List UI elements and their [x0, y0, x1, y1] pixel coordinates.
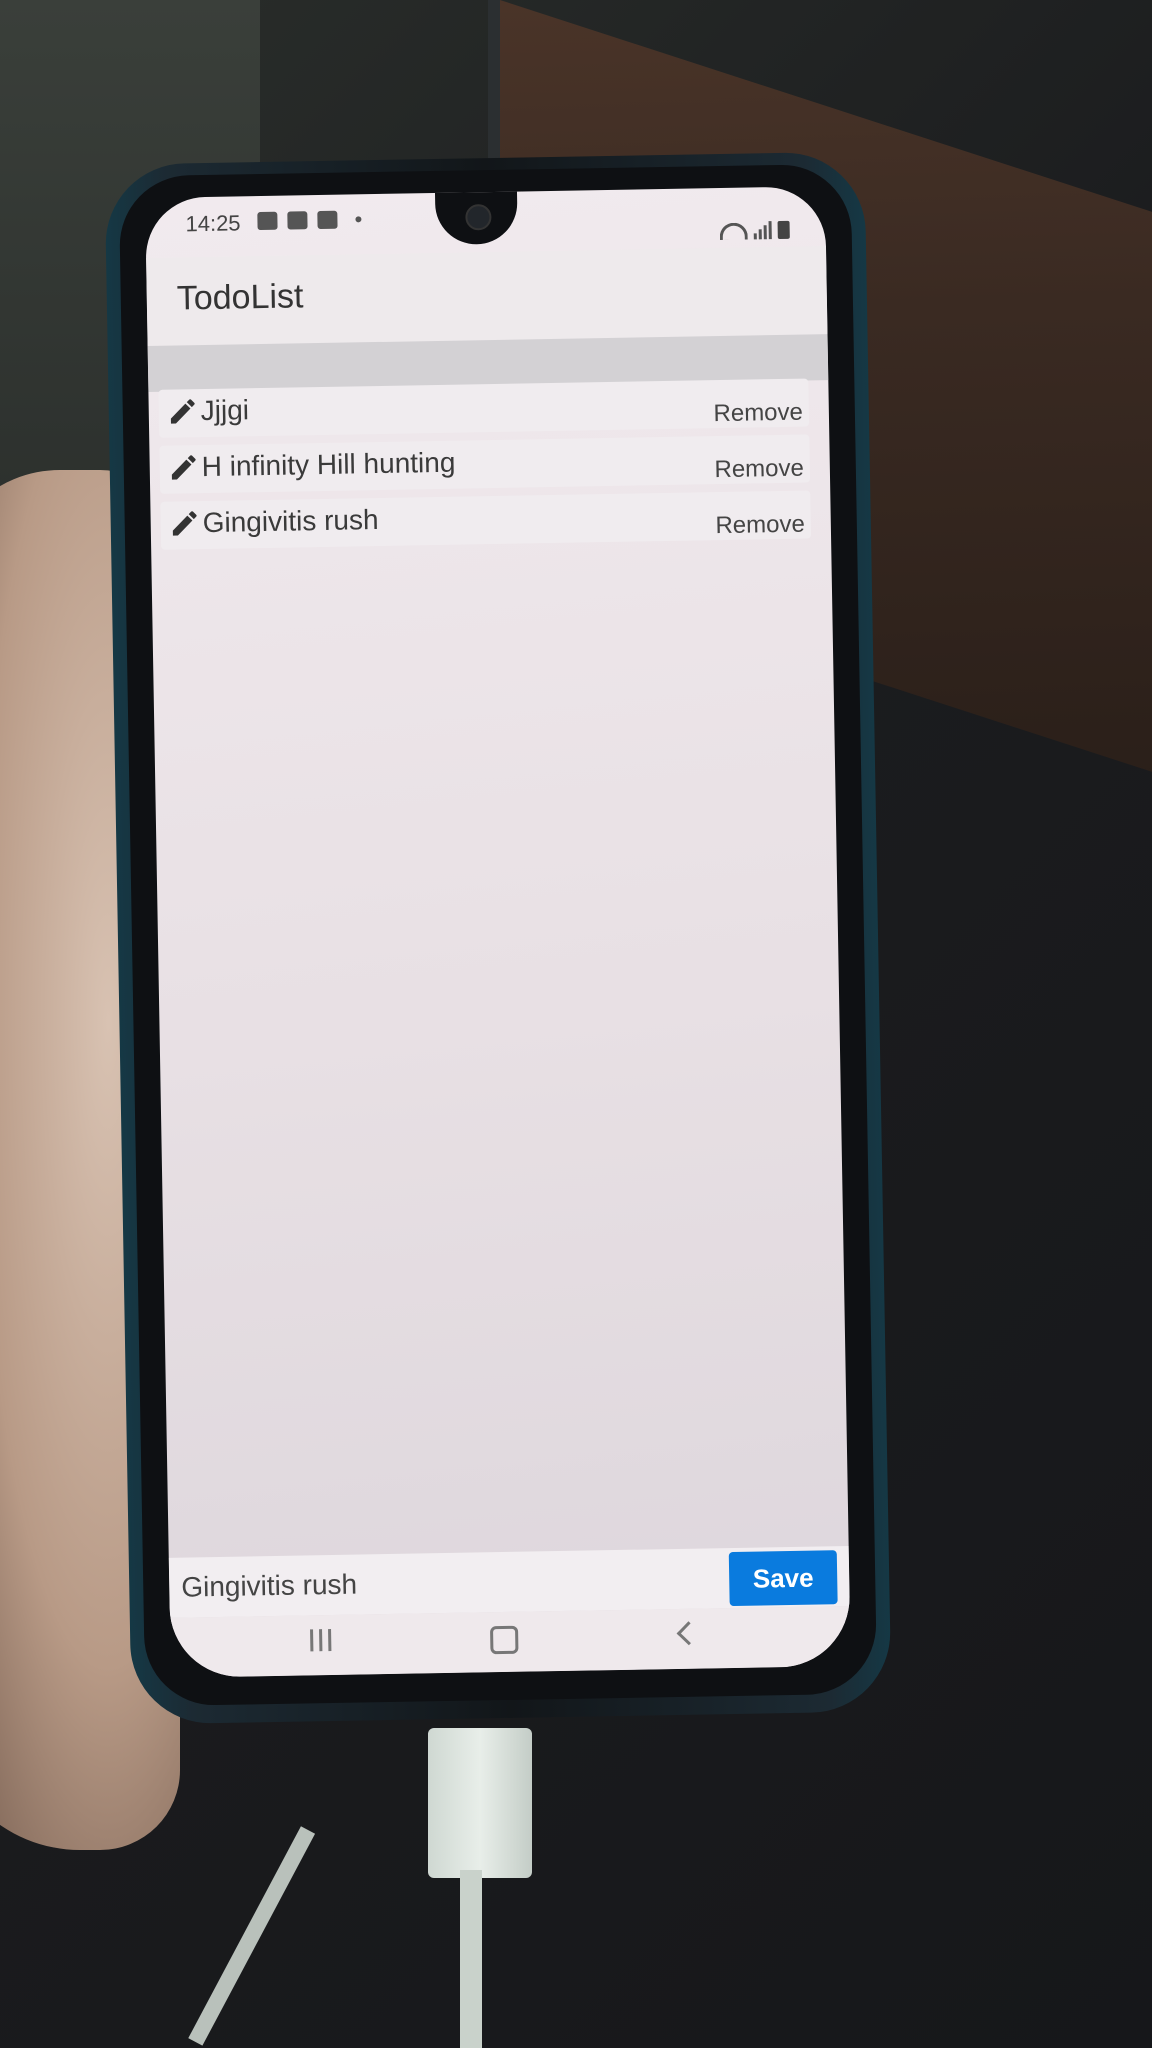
status-time: 14:25: [185, 210, 241, 237]
todo-text: Jjjgi: [200, 394, 250, 427]
pencil-icon[interactable]: [166, 395, 199, 428]
message-icon: [257, 211, 278, 231]
phone-screen: 14:25 TodoList Jjjgi Remove H infinity H…: [145, 186, 851, 1678]
back-icon[interactable]: [676, 1621, 701, 1646]
remove-button[interactable]: Remove: [715, 511, 805, 541]
app-bar: TodoList: [146, 246, 828, 347]
phone-bezel: 14:25 TodoList Jjjgi Remove H infinity H…: [118, 163, 878, 1707]
todo-item[interactable]: Gingivitis rush Remove: [160, 490, 812, 550]
status-bar: 14:25: [185, 201, 796, 252]
remove-button[interactable]: Remove: [714, 455, 804, 485]
battery-icon: [777, 220, 790, 240]
home-icon[interactable]: [490, 1625, 519, 1655]
signal-icon: [753, 221, 772, 240]
save-button[interactable]: Save: [728, 1550, 838, 1607]
notification-icons: [257, 210, 362, 231]
todo-item[interactable]: Jjjgi Remove: [158, 378, 810, 438]
phone-device: 14:25 TodoList Jjjgi Remove H infinity H…: [104, 151, 892, 1725]
system-navbar: [169, 1605, 851, 1678]
photo-scene: 14:25 TodoList Jjjgi Remove H infinity H…: [0, 0, 1152, 2048]
usb-cable-loop: [188, 1826, 316, 2046]
system-icons: [719, 220, 790, 241]
wifi-icon: [719, 222, 748, 241]
usb-connector: [428, 1728, 532, 1878]
recent-apps-icon[interactable]: [310, 1629, 332, 1652]
gallery-icon: [287, 211, 308, 230]
pencil-icon[interactable]: [167, 451, 200, 484]
calendar-icon: [317, 210, 338, 230]
todo-text: H infinity Hill hunting: [201, 446, 456, 483]
todo-text: Gingivitis rush: [202, 504, 379, 539]
page-title: TodoList: [176, 277, 304, 318]
remove-button[interactable]: Remove: [713, 399, 803, 429]
usb-cable: [460, 1870, 482, 2048]
pencil-icon[interactable]: [168, 507, 201, 540]
todo-list: Jjjgi Remove H infinity Hill hunting Rem…: [158, 378, 812, 557]
todo-input[interactable]: [178, 1554, 724, 1612]
more-notifications-icon: [355, 216, 362, 223]
todo-item[interactable]: H infinity Hill hunting Remove: [159, 434, 811, 494]
